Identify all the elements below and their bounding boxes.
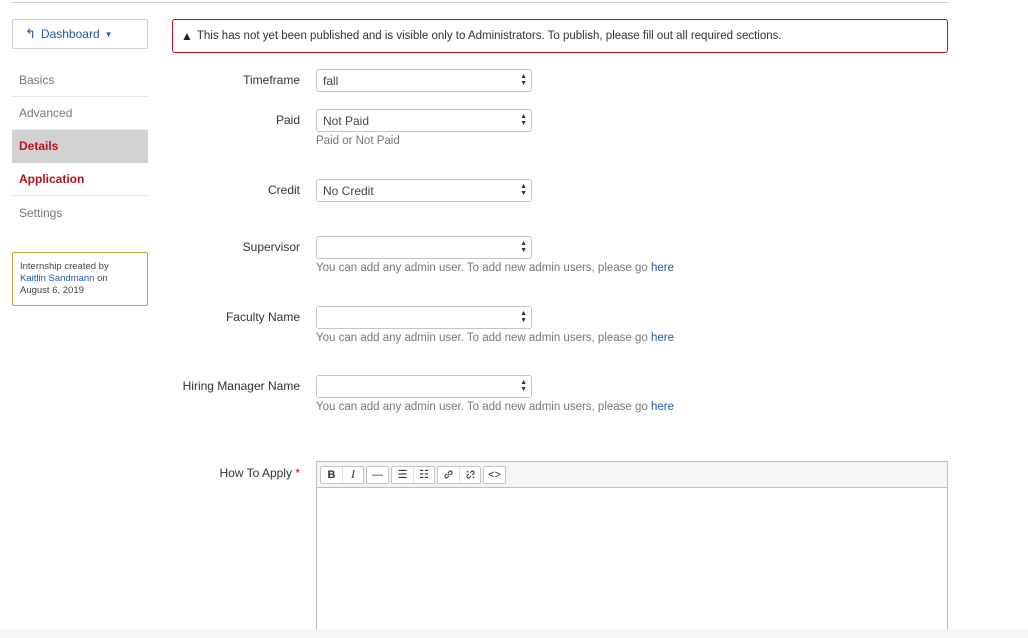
bulleted-list-icon[interactable]: ☰ <box>392 467 413 483</box>
faculty-name-help: You can add any admin user. To add new a… <box>316 332 674 344</box>
hiring-manager-select[interactable]: ▲ ▼ <box>316 375 532 398</box>
faculty-help-text: You can add any admin user. To add new a… <box>316 332 648 344</box>
faculty-name-label: Faculty Name <box>225 310 300 324</box>
created-author-link[interactable]: Kaitlin Sandmann <box>20 273 94 284</box>
supervisor-help: You can add any admin user. To add new a… <box>316 262 674 274</box>
sidebar-nav: Basics Advanced Details Application Sett… <box>12 64 148 229</box>
alert-text: This has not yet been published and is v… <box>196 30 782 42</box>
dashboard-button[interactable]: ↰ Dashboard ▼ <box>12 19 148 49</box>
supervisor-help-text: You can add any admin user. To add new a… <box>316 262 648 274</box>
created-on: on <box>97 273 108 284</box>
faculty-name-select[interactable]: ▲ ▼ <box>316 306 532 329</box>
supervisor-select[interactable]: ▲ ▼ <box>316 236 532 259</box>
faculty-here-link[interactable]: here <box>651 332 674 344</box>
bottom-shade <box>0 630 1028 638</box>
horizontal-rule-button[interactable]: — <box>367 467 388 483</box>
sidebar-item-label: Application <box>19 172 85 186</box>
created-prefix: Internship created by <box>20 261 109 272</box>
unlink-svg <box>465 470 475 479</box>
sidebar-item-application[interactable]: Application <box>12 163 148 196</box>
how-to-apply-label: How To Apply * <box>219 466 300 480</box>
caret-down-icon: ▼ <box>104 29 113 39</box>
select-arrows-icon: ▲ ▼ <box>520 240 527 254</box>
sidebar-item-basics[interactable]: Basics <box>12 64 148 97</box>
created-date: August 6, 2019 <box>20 285 84 296</box>
back-arrow-icon: ↰ <box>25 26 36 41</box>
paid-select[interactable]: Not Paid ▲ ▼ <box>316 109 532 132</box>
credit-select[interactable]: No Credit ▲ ▼ <box>316 179 532 202</box>
supervisor-here-link[interactable]: here <box>651 262 674 274</box>
created-info-box: Internship created by Kaitlin Sandmann o… <box>12 252 148 306</box>
hiring-here-link[interactable]: here <box>651 401 674 413</box>
warning-icon: ▲ <box>181 29 193 43</box>
unpublished-alert: ▲ This has not yet been published and is… <box>172 19 948 53</box>
editor-content-area[interactable] <box>317 488 947 638</box>
sidebar-item-label: Advanced <box>19 106 73 120</box>
sidebar-item-advanced[interactable]: Advanced <box>12 97 148 130</box>
sidebar-item-settings[interactable]: Settings <box>12 196 148 229</box>
select-arrows-icon: ▲ ▼ <box>520 310 527 324</box>
how-to-apply-editor: B I — ☰ ☷ <> <box>316 461 948 638</box>
sidebar-item-label: Basics <box>19 73 55 87</box>
select-arrows-icon: ▲ ▼ <box>520 379 527 393</box>
code-group: <> <box>483 465 506 484</box>
code-view-button[interactable]: <> <box>484 467 505 483</box>
how-to-apply-text: How To Apply <box>219 466 292 480</box>
list-group: ☰ ☷ <box>391 465 435 484</box>
select-arrows-icon: ▲ ▼ <box>520 183 527 197</box>
sidebar-item-label: Settings <box>19 205 63 220</box>
italic-button[interactable]: I <box>342 466 363 483</box>
link-group <box>437 465 481 484</box>
sidebar-item-label: Details <box>19 139 59 153</box>
hiring-manager-help: You can add any admin user. To add new a… <box>316 401 674 413</box>
format-group: B I <box>320 465 364 484</box>
paid-help: Paid or Not Paid <box>316 135 400 147</box>
credit-label: Credit <box>267 183 300 197</box>
editor-toolbar: B I — ☰ ☷ <> <box>317 462 947 488</box>
timeframe-label: Timeframe <box>243 73 300 87</box>
bold-button[interactable]: B <box>321 467 342 483</box>
paid-label: Paid <box>275 113 300 127</box>
timeframe-select[interactable]: fall ▲ ▼ <box>316 69 532 92</box>
supervisor-label: Supervisor <box>242 240 300 254</box>
timeframe-value: fall <box>323 73 339 88</box>
select-arrows-icon: ▲ ▼ <box>520 73 527 87</box>
select-arrows-icon: ▲ ▼ <box>520 113 527 127</box>
hiring-manager-label: Hiring Manager Name <box>182 379 300 393</box>
hiring-help-text: You can add any admin user. To add new a… <box>316 401 648 413</box>
required-mark: * <box>295 466 300 480</box>
dashboard-label: Dashboard <box>40 27 100 41</box>
paid-value: Not Paid <box>323 113 370 128</box>
numbered-list-icon[interactable]: ☷ <box>413 466 434 483</box>
link-icon[interactable] <box>438 467 459 483</box>
credit-value: No Credit <box>323 183 374 198</box>
link-svg <box>444 470 453 479</box>
sidebar-item-details[interactable]: Details <box>12 130 148 163</box>
top-divider <box>12 2 948 3</box>
hr-group: — <box>366 465 389 484</box>
unlink-icon[interactable] <box>459 466 480 483</box>
